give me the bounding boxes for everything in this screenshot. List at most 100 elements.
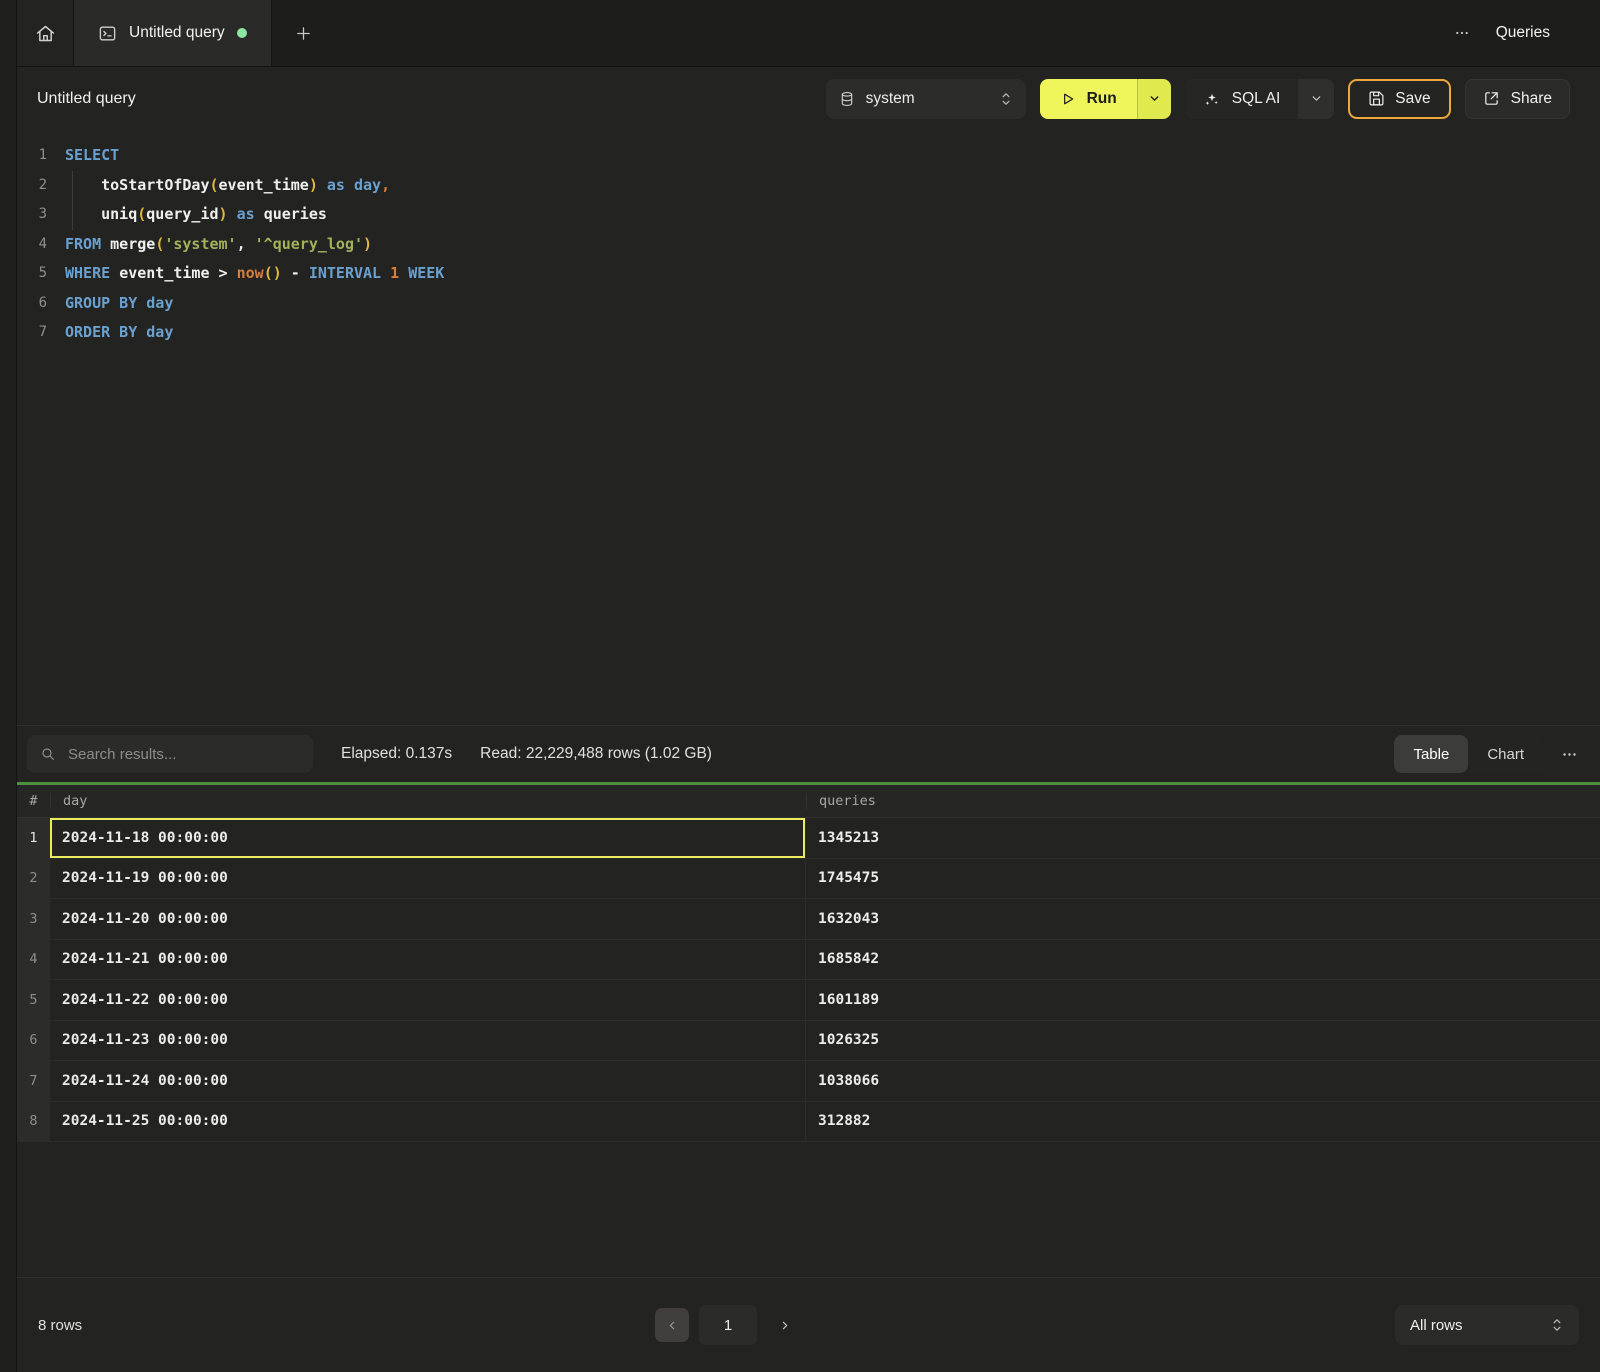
code-line[interactable]: 5WHERE event_time > now() - INTERVAL 1 W… [17, 259, 1600, 289]
cell-day[interactable]: 2024-11-25 00:00:00 [50, 1102, 806, 1142]
sql-ai-split-button: SQL AI [1185, 79, 1335, 119]
code-line[interactable]: 4FROM merge('system', '^query_log') [17, 230, 1600, 260]
run-options-button[interactable] [1137, 79, 1171, 119]
row-number: 2 [17, 859, 50, 899]
cell-day[interactable]: 2024-11-18 00:00:00 [50, 818, 806, 858]
home-button[interactable] [17, 0, 74, 66]
code-line[interactable]: 3 uniq(query_id) as queries [17, 200, 1600, 230]
updown-chevron-icon [1550, 1317, 1564, 1333]
ellipsis-icon [1561, 746, 1578, 763]
row-number: 5 [17, 980, 50, 1020]
search-box [27, 735, 313, 773]
code-line[interactable]: 6GROUP BY day [17, 289, 1600, 319]
code-text: WHERE event_time > now() - INTERVAL 1 WE… [47, 259, 444, 289]
code-line[interactable]: 2 toStartOfDay(event_time) as day, [17, 171, 1600, 201]
code-line[interactable]: 7ORDER BY day [17, 318, 1600, 348]
search-results-input[interactable] [66, 745, 300, 764]
code-text: FROM merge('system', '^query_log') [47, 230, 372, 260]
table-row: 82024-11-25 00:00:00312882 [17, 1102, 1600, 1143]
chevron-down-icon [1310, 92, 1323, 105]
cell-queries[interactable]: 1026325 [806, 1021, 1600, 1061]
sql-editor[interactable]: 1SELECT2 toStartOfDay(event_time) as day… [17, 130, 1600, 725]
run-split-button: Run [1040, 79, 1171, 119]
results-more-button[interactable] [1561, 746, 1578, 763]
row-number: 3 [17, 899, 50, 939]
tabbar-more-button[interactable] [1454, 25, 1470, 41]
sql-ai-button[interactable]: SQL AI [1185, 79, 1299, 119]
queries-link[interactable]: Queries [1496, 24, 1550, 42]
page-size-selector[interactable]: All rows [1395, 1305, 1579, 1345]
unsaved-indicator-dot [237, 28, 247, 38]
search-icon [40, 746, 56, 762]
cell-queries[interactable]: 1345213 [806, 818, 1600, 858]
cell-queries[interactable]: 1601189 [806, 980, 1600, 1020]
tab-table-view[interactable]: Table [1394, 735, 1468, 773]
run-button[interactable]: Run [1040, 79, 1137, 119]
previous-page-button[interactable] [655, 1308, 689, 1342]
row-count: 8 rows [38, 1317, 82, 1334]
sparkles-icon [1203, 90, 1221, 108]
database-icon [839, 91, 855, 107]
table-row: 72024-11-24 00:00:001038066 [17, 1061, 1600, 1102]
database-selector[interactable]: system [826, 79, 1026, 119]
line-number: 7 [17, 318, 47, 348]
results-toolbar: Elapsed: 0.137s Read: 22,229,488 rows (1… [17, 725, 1600, 782]
line-number: 5 [17, 259, 47, 289]
cell-queries[interactable]: 312882 [806, 1102, 1600, 1142]
column-header-day[interactable]: day [50, 793, 806, 809]
column-header-queries[interactable]: queries [806, 793, 1600, 809]
save-button[interactable]: Save [1348, 79, 1450, 119]
tabbar-right: Queries [1454, 0, 1600, 66]
cell-queries[interactable]: 1745475 [806, 859, 1600, 899]
code-text: uniq(query_id) as queries [47, 200, 327, 230]
column-header-index: # [17, 793, 50, 809]
home-icon [35, 23, 56, 44]
code-line[interactable]: 1SELECT [17, 141, 1600, 171]
elapsed-stat: Elapsed: 0.137s [341, 745, 452, 763]
cell-day[interactable]: 2024-11-24 00:00:00 [50, 1061, 806, 1101]
cell-queries[interactable]: 1632043 [806, 899, 1600, 939]
cell-day[interactable]: 2024-11-21 00:00:00 [50, 940, 806, 980]
database-selector-value: system [866, 90, 988, 108]
sql-ai-button-label: SQL AI [1232, 90, 1281, 108]
page-title: Untitled query [37, 90, 136, 108]
cell-day[interactable]: 2024-11-22 00:00:00 [50, 980, 806, 1020]
tab-bar: Untitled query Queries [17, 0, 1600, 67]
table-row: 52024-11-22 00:00:001601189 [17, 980, 1600, 1021]
results-empty-space [17, 1142, 1600, 1277]
code-text: SELECT [47, 141, 119, 171]
terminal-icon [98, 24, 117, 43]
line-number: 6 [17, 289, 47, 319]
table-row: 32024-11-20 00:00:001632043 [17, 899, 1600, 940]
results-toolbar-right: Table Chart [1394, 735, 1578, 773]
main-area: Untitled query Queries Untitled query [17, 0, 1600, 1372]
page-size-value: All rows [1410, 1317, 1550, 1334]
row-number: 6 [17, 1021, 50, 1061]
header-actions: system Run [826, 79, 1570, 119]
line-number: 1 [17, 141, 47, 171]
row-number: 1 [17, 818, 50, 858]
next-page-button[interactable] [767, 1308, 801, 1342]
cell-day[interactable]: 2024-11-23 00:00:00 [50, 1021, 806, 1061]
code-text: toStartOfDay(event_time) as day, [47, 171, 390, 201]
cell-queries[interactable]: 1685842 [806, 940, 1600, 980]
table-row: 22024-11-19 00:00:001745475 [17, 859, 1600, 900]
new-tab-button[interactable] [272, 0, 336, 66]
cell-queries[interactable]: 1038066 [806, 1061, 1600, 1101]
tab-untitled-query[interactable]: Untitled query [74, 0, 272, 66]
pagination: 1 [655, 1305, 801, 1345]
collapsed-sidebar-strip[interactable] [0, 0, 17, 1372]
tab-chart-view[interactable]: Chart [1468, 735, 1543, 773]
play-icon [1060, 91, 1076, 107]
updown-chevron-icon [999, 91, 1013, 107]
table-row: 62024-11-23 00:00:001026325 [17, 1021, 1600, 1062]
code-text: GROUP BY day [47, 289, 173, 319]
cell-day[interactable]: 2024-11-20 00:00:00 [50, 899, 806, 939]
save-button-label: Save [1395, 90, 1430, 108]
sql-ai-options-button[interactable] [1298, 79, 1334, 119]
line-number: 3 [17, 200, 47, 230]
current-page-button[interactable]: 1 [699, 1305, 757, 1345]
cell-day[interactable]: 2024-11-19 00:00:00 [50, 859, 806, 899]
share-button[interactable]: Share [1465, 79, 1570, 119]
chevron-left-icon [666, 1319, 679, 1332]
